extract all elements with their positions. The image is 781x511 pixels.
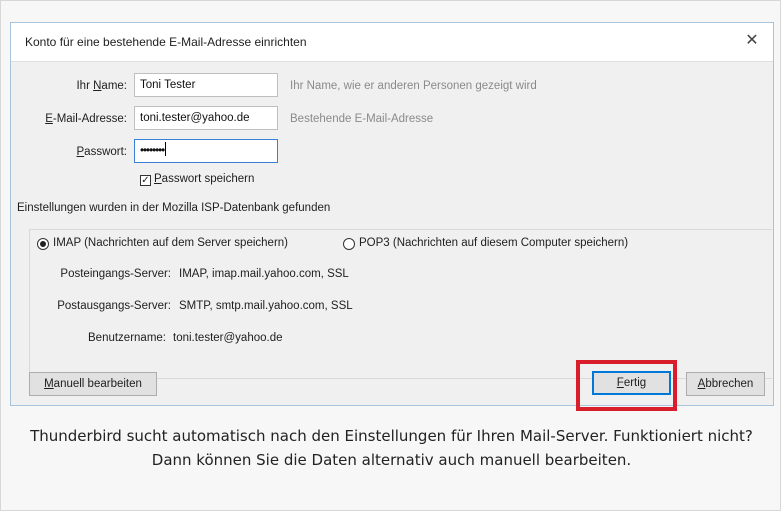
pop3-radio[interactable] [343, 238, 355, 250]
manual-edit-accel: M [44, 378, 54, 390]
incoming-server-value: IMAP, imap.mail.yahoo.com, SSL [179, 268, 349, 280]
name-input[interactable]: Toni Tester [134, 73, 278, 97]
title-bar: Konto für eine bestehende E-Mail-Adresse… [11, 23, 773, 62]
imap-radio[interactable] [37, 238, 49, 250]
email-label: E-Mail-Adresse: [45, 113, 127, 125]
outgoing-server-value: SMTP, smtp.mail.yahoo.com, SSL [179, 300, 353, 312]
isp-db-status: Einstellungen wurden in der Mozilla ISP-… [17, 202, 331, 214]
name-label: Ihr Name: [76, 80, 127, 92]
name-label-pre: Ihr [76, 80, 94, 92]
email-hint: Bestehende E-Mail-Adresse [290, 113, 434, 125]
manual-edit-label: anuell bearbeiten [53, 378, 142, 390]
email-input[interactable]: toni.tester@yahoo.de [134, 106, 278, 130]
email-label-post: -Mail-Adresse: [52, 113, 127, 125]
incoming-server-label: Posteingangs-Server: [60, 268, 171, 280]
account-setup-dialog: Konto für eine bestehende E-Mail-Adresse… [10, 22, 774, 406]
email-label-accel: E [45, 113, 53, 125]
manual-edit-button[interactable]: Manuell bearbeiten [29, 372, 157, 396]
username-label: Benutzername: [88, 332, 166, 344]
name-hint: Ihr Name, wie er anderen Personen gezeig… [290, 80, 537, 92]
figure-caption: Thunderbird sucht automatisch nach den E… [30, 427, 753, 469]
cancel-button[interactable]: Abbrechen [686, 372, 765, 396]
name-label-post: ame: [101, 80, 127, 92]
save-password-label[interactable]: Passwort speichern [154, 173, 254, 185]
outgoing-server-label: Postausgangs-Server: [57, 300, 171, 312]
highlight-frame [576, 360, 677, 411]
save-password-label-post: asswort speichern [161, 173, 255, 185]
pop3-radio-label[interactable]: POP3 (Nachrichten auf diesem Computer sp… [359, 237, 628, 249]
figure: Konto für eine bestehende E-Mail-Adresse… [0, 0, 781, 511]
password-label-post: asswort: [84, 146, 127, 158]
username-value: toni.tester@yahoo.de [173, 332, 283, 344]
save-password-checkbox[interactable]: ✓ [140, 175, 151, 186]
password-label: Passwort: [77, 146, 128, 158]
password-input[interactable]: •••••••• [134, 139, 278, 163]
text-caret [165, 142, 167, 156]
dialog-title: Konto für eine bestehende E-Mail-Adresse… [25, 35, 307, 49]
save-password-label-accel: P [154, 173, 162, 185]
close-icon[interactable]: ✕ [741, 29, 763, 51]
password-mask: •••••••• [140, 145, 165, 157]
imap-radio-label[interactable]: IMAP (Nachrichten auf dem Server speiche… [53, 237, 288, 249]
cancel-label: bbrechen [705, 378, 754, 390]
